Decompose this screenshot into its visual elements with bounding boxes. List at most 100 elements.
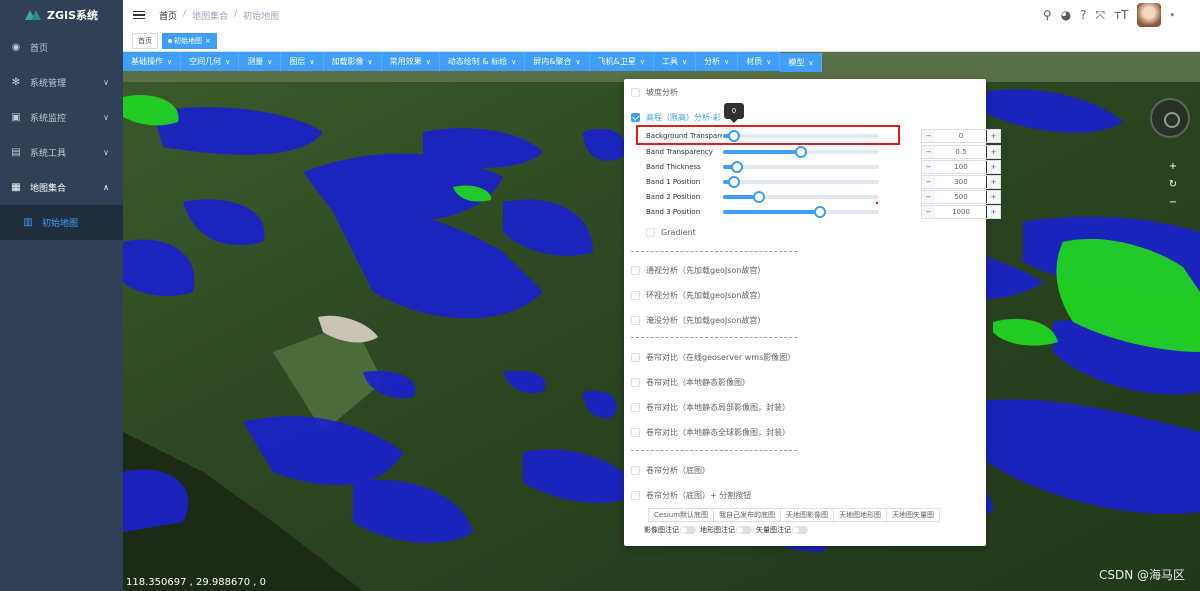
sidebar-item-home[interactable]: ◉ 首页: [0, 30, 123, 65]
sidebar-item-system-monitor[interactable]: ▣ 系统监控 ∨: [0, 100, 123, 135]
analysis-option[interactable]: 环视分析（先加载geoJson故宫）: [631, 290, 765, 301]
menu-spatial-geometry[interactable]: 空间几何 ∨: [181, 52, 240, 71]
menu-basic-operations[interactable]: 基础操作 ∨: [123, 52, 182, 71]
menu-aircraft-satellite[interactable]: 飞机&卫星 ∨: [589, 52, 654, 71]
analysis-option[interactable]: 淹没分析（先加载geoJson故宫）: [631, 315, 765, 326]
number-stepper[interactable]: −100 +: [921, 160, 1001, 174]
checkbox-checked[interactable]: [631, 113, 640, 122]
menu-common-effects[interactable]: 常用效果 ∨: [381, 52, 440, 71]
sidebar-item-system-management[interactable]: ✻ 系统管理 ∨: [0, 65, 123, 100]
basemap-cesium-button[interactable]: Cesium默认底图: [648, 508, 715, 522]
menu-tools[interactable]: 工具 ∨: [653, 52, 697, 71]
slider-track[interactable]: [723, 146, 879, 158]
increment-button[interactable]: +: [987, 191, 1000, 203]
compare-option[interactable]: 卷帘对比（在线geoserver wms影像图）: [631, 352, 795, 363]
checkbox[interactable]: [646, 228, 655, 237]
increment-button[interactable]: +: [987, 206, 1000, 218]
basemap-tdt-vector-button[interactable]: 天地图矢量图: [886, 508, 941, 522]
menu-screen-cluster[interactable]: 屏内&聚合 ∨: [525, 52, 590, 71]
split-option[interactable]: 卷帘分析（底图）: [631, 465, 710, 476]
stepper-value[interactable]: 100: [935, 163, 987, 171]
slider-track[interactable]: [723, 161, 879, 173]
checkbox[interactable]: [631, 466, 640, 475]
slider-handle[interactable]: [727, 176, 740, 188]
stepper-value[interactable]: 1000: [935, 208, 987, 216]
number-stepper[interactable]: −0 +: [921, 129, 1001, 143]
menu-model[interactable]: 模型 ∨: [780, 53, 823, 72]
checkbox[interactable]: [631, 316, 640, 325]
basemap-tdt-terrain-button[interactable]: 天地图地形图: [833, 508, 888, 522]
slider-handle[interactable]: [731, 161, 744, 173]
map-viewer[interactable]: 基础操作 ∨ 空间几何 ∨ 测量 ∨ 图层 ∨ 加载影像 ∨ 常用效果 ∨ 动态绘制 & 标…: [123, 52, 1200, 591]
decrement-button[interactable]: −: [922, 161, 935, 173]
stepper-value[interactable]: 0: [935, 132, 987, 140]
menu-measure[interactable]: 测量 ∨: [239, 52, 282, 71]
imagery-annotation-switch[interactable]: 影像图注记: [644, 525, 696, 535]
decrement-button[interactable]: −: [922, 191, 935, 203]
slider-track[interactable]: [723, 191, 879, 203]
basemap-tdt-imagery-button[interactable]: 天地图影像图: [780, 508, 835, 522]
sidebar-item-system-tools[interactable]: ▤ 系统工具 ∨: [0, 135, 123, 170]
sidebar-item-map-collection[interactable]: ▦ 地图集合 ∧: [0, 170, 123, 205]
checkbox[interactable]: [631, 378, 640, 387]
compass-navigator[interactable]: [1150, 98, 1190, 138]
number-stepper[interactable]: −0.5 +: [921, 145, 1001, 159]
increment-button[interactable]: +: [987, 146, 1000, 158]
sidebar-item-initial-map[interactable]: ▥ 初始地图: [0, 205, 123, 240]
stepper-value[interactable]: 500: [935, 193, 987, 201]
slope-analysis-option[interactable]: 坡度分析: [631, 87, 678, 98]
menu-material[interactable]: 材质 ∨: [738, 52, 781, 71]
vector-annotation-switch[interactable]: 矢量图注记: [756, 525, 808, 535]
increment-button[interactable]: +: [987, 161, 1000, 173]
split-option[interactable]: 卷帘分析（底图）+ 分割按钮: [631, 490, 751, 501]
font-size-icon[interactable]: ᴛT: [1114, 8, 1128, 22]
fullscreen-icon[interactable]: ⤧: [1096, 8, 1106, 23]
terrain-annotation-switch[interactable]: 地形图注记: [700, 525, 752, 535]
slider-track[interactable]: [723, 130, 879, 142]
checkbox[interactable]: [631, 266, 640, 275]
compare-option[interactable]: 卷帘对比（本地静态全球影像图，封装）: [631, 427, 790, 438]
toggle[interactable]: [680, 526, 696, 534]
caret-down-icon[interactable]: ▾: [1170, 11, 1174, 19]
slider-handle[interactable]: [813, 206, 826, 218]
number-stepper[interactable]: −1000 +: [921, 205, 1001, 219]
slider-handle[interactable]: [795, 146, 807, 158]
stepper-value[interactable]: 0.5: [935, 148, 987, 156]
analysis-option[interactable]: 通视分析（先加载geoJson故宫）: [631, 265, 765, 276]
slider-handle[interactable]: [752, 191, 765, 203]
breadcrumb-home[interactable]: 首页: [159, 9, 177, 22]
number-stepper[interactable]: −300 +: [921, 175, 1001, 189]
checkbox[interactable]: [631, 88, 640, 97]
increment-button[interactable]: +: [987, 176, 1000, 188]
toggle[interactable]: [792, 526, 808, 534]
github-icon[interactable]: ◕: [1061, 8, 1071, 22]
menu-analysis[interactable]: 分析 ∨: [696, 52, 739, 71]
help-icon[interactable]: ?: [1080, 8, 1086, 22]
number-stepper[interactable]: −500 +: [921, 190, 1001, 204]
slider-handle[interactable]: [727, 130, 740, 142]
zoom-in-button[interactable]: +: [1164, 160, 1182, 174]
close-icon[interactable]: ×: [205, 37, 211, 45]
basemap-custom-button[interactable]: 我自己发布的底图: [713, 508, 782, 522]
checkbox[interactable]: [631, 491, 640, 500]
menu-layers[interactable]: 图层 ∨: [281, 52, 324, 71]
tag-initial-map[interactable]: 初始地图 ×: [162, 32, 217, 49]
decrement-button[interactable]: −: [922, 146, 935, 158]
compare-option[interactable]: 卷帘对比（本地静态影像图）: [631, 377, 750, 388]
avatar[interactable]: [1137, 3, 1162, 27]
decrement-button[interactable]: −: [922, 206, 935, 218]
slider-track[interactable]: [723, 206, 879, 218]
checkbox[interactable]: [631, 291, 640, 300]
checkbox[interactable]: [631, 428, 640, 437]
elevation-analysis-option[interactable]: 高程（限高）分析-彩: [631, 112, 721, 123]
checkbox[interactable]: [631, 403, 640, 412]
decrement-button[interactable]: −: [922, 130, 935, 142]
menu-load-imagery[interactable]: 加载影像 ∨: [323, 52, 382, 71]
decrement-button[interactable]: −: [922, 176, 935, 188]
slider-track[interactable]: [723, 176, 879, 188]
stepper-value[interactable]: 300: [935, 178, 987, 186]
checkbox[interactable]: [631, 353, 640, 362]
compare-option[interactable]: 卷帘对比（本地静态局部影像图，封装）: [631, 402, 790, 413]
increment-button[interactable]: +: [987, 130, 1000, 142]
hamburger-icon[interactable]: [133, 9, 145, 22]
